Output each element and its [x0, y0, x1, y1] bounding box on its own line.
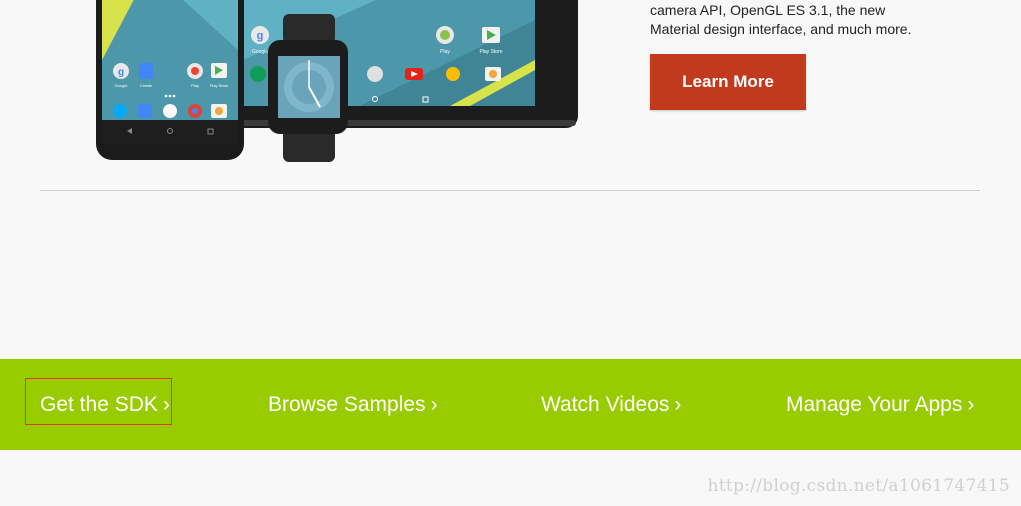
phone-app-label: Play Store [210, 83, 229, 88]
phone-app-label: Google [115, 83, 129, 88]
browse-samples-link[interactable]: Browse Samples › [268, 359, 438, 450]
get-the-sdk-link[interactable]: Get the SDK › [40, 359, 170, 450]
hero-section: g Google Play Play Store g Google Create… [0, 0, 1021, 190]
tablet-app-label: Play [440, 49, 450, 55]
hero-description-line: Material design interface, and much more… [650, 21, 912, 37]
manage-your-apps-link[interactable]: Manage Your Apps › [786, 359, 974, 450]
watermark-url: http://blog.csdn.net/a1061747415 [707, 476, 1010, 496]
link-label: Browse Samples [268, 392, 426, 416]
section-divider [40, 190, 980, 191]
chevron-right-icon: › [967, 392, 975, 416]
learn-more-button[interactable]: Learn More [650, 54, 806, 110]
phone-app-label: Create [140, 83, 153, 88]
tablet-app-label: Google [252, 49, 268, 55]
link-label: Manage Your Apps [786, 392, 963, 416]
hero-description: camera API, OpenGL ES 3.1, the new Mater… [650, 1, 980, 39]
link-label: Get the SDK [40, 392, 158, 416]
chevron-right-icon: › [430, 392, 438, 416]
chevron-right-icon: › [674, 392, 682, 416]
hero-description-line: camera API, OpenGL ES 3.1, the new [650, 2, 886, 18]
tablet-app-label: Play Store [479, 49, 502, 55]
chevron-right-icon: › [162, 392, 170, 416]
phone-app-label: Play [191, 83, 199, 88]
svg-text:g: g [257, 30, 264, 42]
svg-text:g: g [118, 67, 124, 78]
phone-image: g Google Create Play Play Store [96, 0, 244, 160]
quick-links-bar: Get the SDK › Browse Samples › Watch Vid… [0, 359, 1021, 450]
devices-illustration: g Google Play Play Store g Google Create… [96, 0, 578, 162]
watch-videos-link[interactable]: Watch Videos › [541, 359, 681, 450]
link-label: Watch Videos [541, 392, 670, 416]
